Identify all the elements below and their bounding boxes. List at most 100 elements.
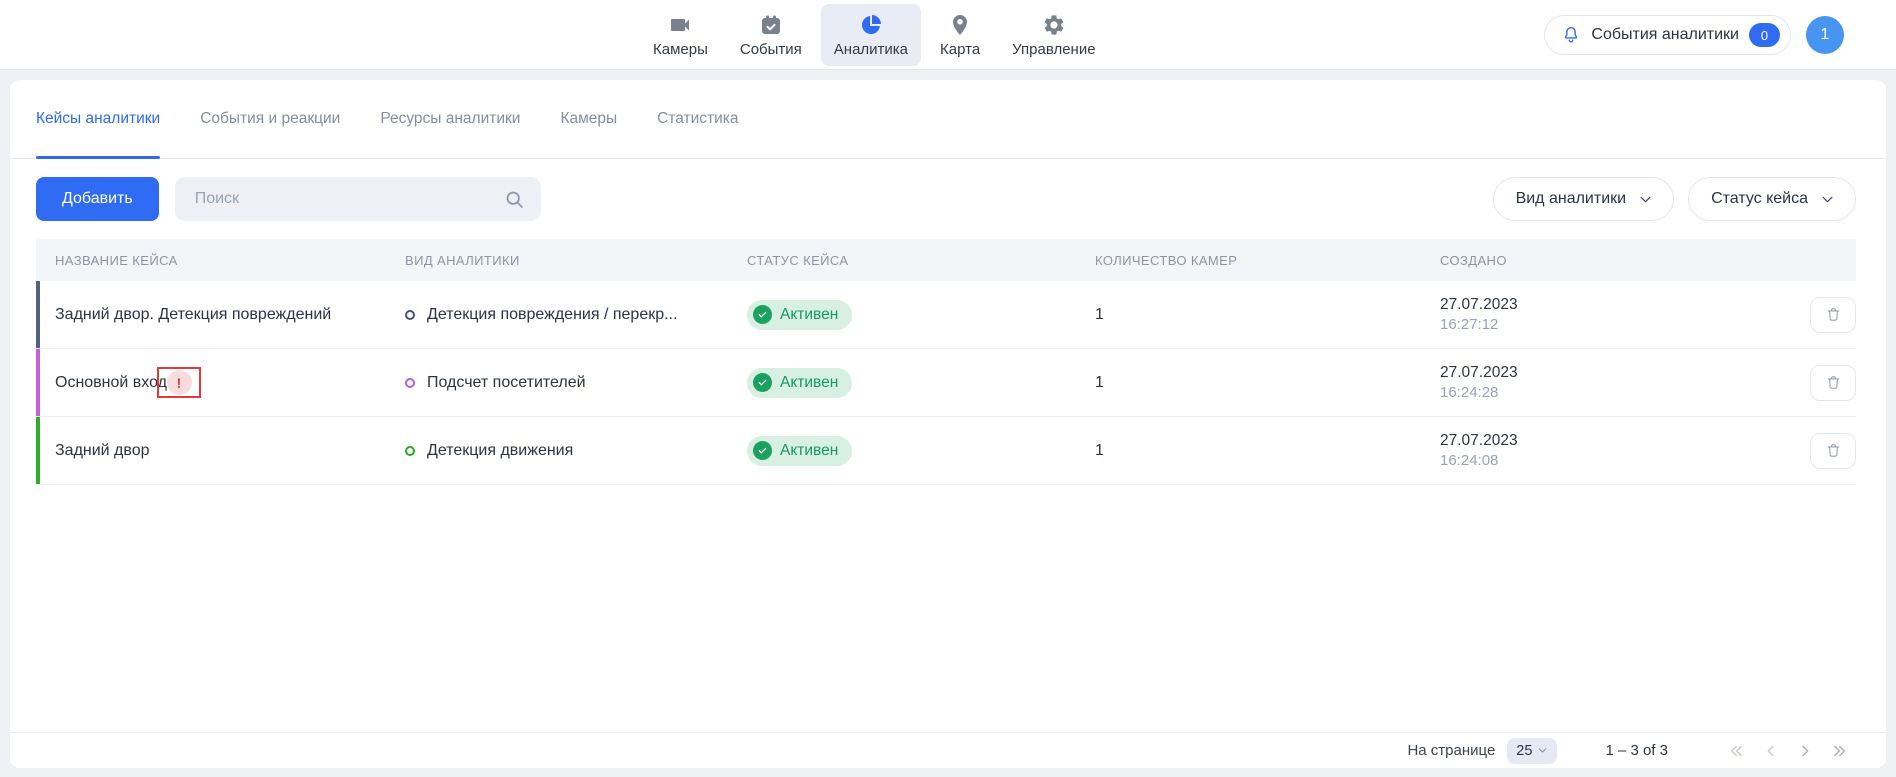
per-page-label: На странице <box>1407 742 1495 759</box>
case-name: Задний двор <box>55 442 150 460</box>
main-panel: Кейсы аналитики События и реакции Ресурс… <box>10 80 1886 768</box>
nav-cameras[interactable]: Камеры <box>640 4 721 66</box>
check-icon <box>753 441 772 460</box>
chevron-down-icon <box>1537 745 1548 756</box>
map-pin-icon <box>948 13 972 37</box>
pie-chart-icon <box>859 13 883 37</box>
double-chevron-right-icon <box>1830 742 1848 760</box>
nav-label: Камеры <box>653 41 708 58</box>
analytics-type-label: Подсчет посетителей <box>427 374 586 392</box>
analytics-type-dot <box>405 378 415 388</box>
delete-button[interactable] <box>1810 365 1856 401</box>
toolbar: Добавить Вид аналитики Статус кейса <box>10 159 1886 221</box>
search-icon[interactable] <box>504 189 525 210</box>
row-accent-bar <box>36 417 40 484</box>
analytics-events-button[interactable]: События аналитики 0 <box>1544 15 1791 55</box>
nav-label: Аналитика <box>834 41 908 58</box>
add-button[interactable]: Добавить <box>36 177 159 221</box>
created-time: 16:24:08 <box>1440 451 1806 471</box>
bell-icon <box>1561 25 1581 45</box>
created-date: 27.07.2023 <box>1440 431 1806 451</box>
events-count-badge: 0 <box>1749 23 1780 47</box>
analytics-type-dot <box>405 310 415 320</box>
chevron-down-icon <box>1820 192 1835 207</box>
row-accent-bar <box>36 281 40 348</box>
camera-count: 1 <box>1095 442 1440 460</box>
last-page-button[interactable] <box>1828 740 1850 762</box>
status-label: Активен <box>780 306 838 324</box>
table-header-row: НАЗВАНИЕ КЕЙСА ВИД АНАЛИТИКИ СТАТУС КЕЙС… <box>36 239 1856 281</box>
per-page-select[interactable]: 25 <box>1507 738 1557 764</box>
nav-management[interactable]: Управление <box>999 4 1108 66</box>
camera-count: 1 <box>1095 374 1440 392</box>
status-badge: Активен <box>747 300 852 330</box>
chevron-down-icon <box>1638 192 1653 207</box>
topbar-right: События аналитики 0 1 <box>1544 15 1844 55</box>
search-input[interactable] <box>195 190 504 208</box>
header-analytics-type: ВИД АНАЛИТИКИ <box>405 253 747 268</box>
prev-page-button[interactable] <box>1760 740 1782 762</box>
analytics-tabs: Кейсы аналитики События и реакции Ресурс… <box>10 80 1886 159</box>
status-badge: Активен <box>747 436 852 466</box>
table-row[interactable]: Задний двор. Детекция повреждений Детекц… <box>36 281 1856 349</box>
analytics-type-filter-label: Вид аналитики <box>1516 190 1627 208</box>
trash-icon <box>1825 306 1842 323</box>
gear-icon <box>1042 13 1066 37</box>
analytics-type-label: Детекция повреждения / перекр... <box>427 306 677 324</box>
tab-analytics-resources[interactable]: Ресурсы аналитики <box>380 80 520 158</box>
header-created: СОЗДАНО <box>1440 253 1806 268</box>
delete-button[interactable] <box>1810 433 1856 469</box>
nav-map[interactable]: Карта <box>927 4 993 66</box>
case-status-filter-label: Статус кейса <box>1711 190 1808 208</box>
cases-table: НАЗВАНИЕ КЕЙСА ВИД АНАЛИТИКИ СТАТУС КЕЙС… <box>36 239 1856 485</box>
alert-annotation: ! <box>157 367 201 398</box>
events-button-label: События аналитики <box>1591 26 1739 44</box>
nav-label: Карта <box>940 41 980 58</box>
camera-icon <box>668 13 692 37</box>
delete-button[interactable] <box>1810 297 1856 333</box>
row-accent-bar <box>36 349 40 416</box>
tab-statistics[interactable]: Статистика <box>657 80 738 158</box>
chevron-right-icon <box>1796 742 1814 760</box>
per-page-value: 25 <box>1516 743 1532 759</box>
tab-cameras[interactable]: Камеры <box>560 80 617 158</box>
status-badge: Активен <box>747 368 852 398</box>
nav-analytics[interactable]: Аналитика <box>821 4 921 66</box>
status-label: Активен <box>780 374 838 392</box>
case-name: Основной вход <box>55 374 167 392</box>
double-chevron-left-icon <box>1728 742 1746 760</box>
analytics-type-label: Детекция движения <box>427 442 573 460</box>
calendar-check-icon <box>759 13 783 37</box>
avatar[interactable]: 1 <box>1806 16 1844 54</box>
nav-label: Управление <box>1012 41 1095 58</box>
trash-icon <box>1825 374 1842 391</box>
case-name: Задний двор. Детекция повреждений <box>55 306 331 324</box>
table-row[interactable]: Основной вход ! Подсчет посетителей Акти… <box>36 349 1856 417</box>
exclamation-icon: ! <box>167 370 192 395</box>
trash-icon <box>1825 442 1842 459</box>
check-icon <box>753 305 772 324</box>
analytics-type-filter[interactable]: Вид аналитики <box>1493 177 1675 221</box>
tab-events-reactions[interactable]: События и реакции <box>200 80 340 158</box>
created-date: 27.07.2023 <box>1440 295 1806 315</box>
top-bar: Камеры События Аналитика Карта Управлени… <box>0 0 1896 70</box>
page-range: 1 – 3 of 3 <box>1605 742 1668 759</box>
search-box <box>175 177 541 221</box>
next-page-button[interactable] <box>1794 740 1816 762</box>
analytics-type-dot <box>405 446 415 456</box>
page-navigation <box>1726 740 1850 762</box>
camera-count: 1 <box>1095 306 1440 324</box>
created-date: 27.07.2023 <box>1440 363 1806 383</box>
chevron-left-icon <box>1762 742 1780 760</box>
nav-label: События <box>740 41 802 58</box>
case-status-filter[interactable]: Статус кейса <box>1688 177 1856 221</box>
first-page-button[interactable] <box>1726 740 1748 762</box>
header-case-name: НАЗВАНИЕ КЕЙСА <box>36 253 405 268</box>
pagination-bar: На странице 25 1 – 3 of 3 <box>10 732 1886 768</box>
tab-analytics-cases[interactable]: Кейсы аналитики <box>36 80 160 158</box>
header-case-status: СТАТУС КЕЙСА <box>747 253 1095 268</box>
table-row[interactable]: Задний двор Детекция движения Активен 1 … <box>36 417 1856 485</box>
created-time: 16:24:28 <box>1440 383 1806 403</box>
status-label: Активен <box>780 442 838 460</box>
nav-events[interactable]: События <box>727 4 815 66</box>
